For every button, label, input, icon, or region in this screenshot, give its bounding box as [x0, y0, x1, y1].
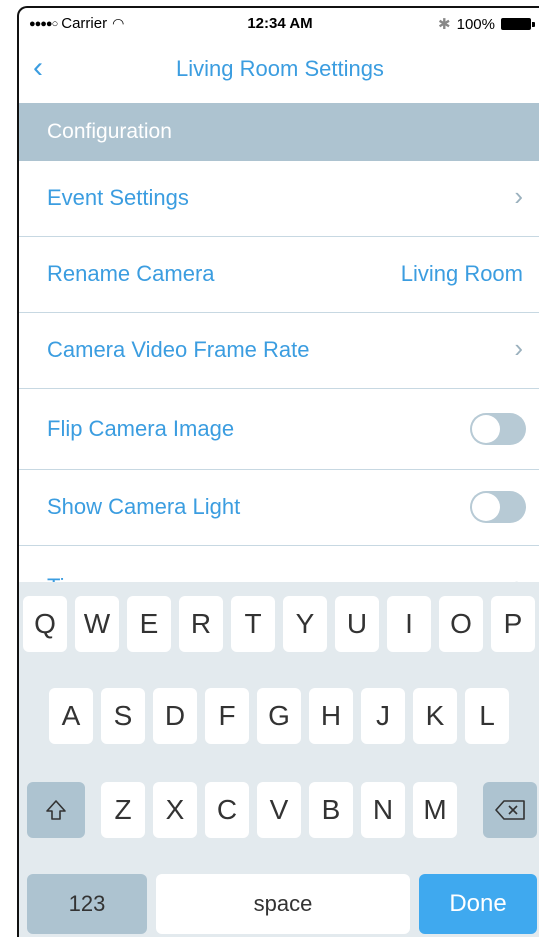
row-show-camera-light: Show Camera Light [19, 470, 539, 546]
row-flip-camera-image: Flip Camera Image [19, 389, 539, 470]
section-header-configuration: Configuration [19, 103, 539, 161]
row-camera-video-frame-rate[interactable]: Camera Video Frame Rate › [19, 313, 539, 389]
battery-icon [501, 18, 535, 30]
key-h[interactable]: H [309, 688, 353, 744]
key-m[interactable]: M [413, 782, 457, 838]
key-v[interactable]: V [257, 782, 301, 838]
shift-arrow-icon [46, 800, 66, 820]
key-t[interactable]: T [231, 596, 275, 652]
key-g[interactable]: G [257, 688, 301, 744]
key-o[interactable]: O [439, 596, 483, 652]
status-right: ✱ 100% [438, 15, 535, 33]
key-n[interactable]: N [361, 782, 405, 838]
key-x[interactable]: X [153, 782, 197, 838]
key-w[interactable]: W [75, 596, 119, 652]
phone-screen: ●●●●○ Carrier ◠ 12:34 AM ✱ 100% ‹ Living… [17, 6, 539, 937]
done-key[interactable]: Done [419, 874, 537, 934]
shift-key[interactable] [27, 782, 85, 838]
key-p[interactable]: P [491, 596, 535, 652]
key-q[interactable]: Q [23, 596, 67, 652]
camera-name-value: Living Room [400, 261, 523, 286]
settings-list: Event Settings › Rename Camera Living Ro… [19, 161, 539, 621]
camera-light-toggle[interactable] [470, 491, 526, 523]
key-y[interactable]: Y [283, 596, 327, 652]
row-event-settings[interactable]: Event Settings › [19, 161, 539, 237]
key-e[interactable]: E [127, 596, 171, 652]
key-b[interactable]: B [309, 782, 353, 838]
key-s[interactable]: S [101, 688, 145, 744]
chevron-right-icon: › [514, 333, 523, 363]
bluetooth-icon: ✱ [438, 16, 451, 33]
key-u[interactable]: U [335, 596, 379, 652]
key-l[interactable]: L [465, 688, 509, 744]
status-bar: ●●●●○ Carrier ◠ 12:34 AM ✱ 100% [19, 8, 539, 40]
navigation-bar: ‹ Living Room Settings [19, 42, 539, 102]
row-label: Event Settings [47, 185, 189, 210]
chevron-right-icon: › [514, 181, 523, 211]
key-z[interactable]: Z [101, 782, 145, 838]
space-key[interactable]: space [156, 874, 410, 934]
key-d[interactable]: D [153, 688, 197, 744]
key-j[interactable]: J [361, 688, 405, 744]
key-a[interactable]: A [49, 688, 93, 744]
row-label: Show Camera Light [47, 494, 241, 519]
flip-camera-toggle[interactable] [470, 413, 526, 445]
row-rename-camera[interactable]: Rename Camera Living Room [19, 237, 539, 313]
toggle-knob [472, 415, 500, 443]
toggle-knob [472, 493, 500, 521]
page-title: Living Room Settings [176, 56, 384, 81]
keyboard: Q W E R T Y U I O P A S D F G H J K L Z … [19, 582, 539, 937]
section-title: Configuration [47, 120, 172, 143]
battery-percent: 100% [456, 15, 495, 33]
numbers-key[interactable]: 123 [27, 874, 147, 934]
key-f[interactable]: F [205, 688, 249, 744]
key-i[interactable]: I [387, 596, 431, 652]
delete-key[interactable] [483, 782, 537, 838]
row-label: Rename Camera [47, 261, 215, 286]
row-label: Camera Video Frame Rate [47, 337, 310, 362]
key-r[interactable]: R [179, 596, 223, 652]
backspace-icon [495, 800, 525, 820]
row-label: Flip Camera Image [47, 416, 235, 441]
key-c[interactable]: C [205, 782, 249, 838]
key-k[interactable]: K [413, 688, 457, 744]
